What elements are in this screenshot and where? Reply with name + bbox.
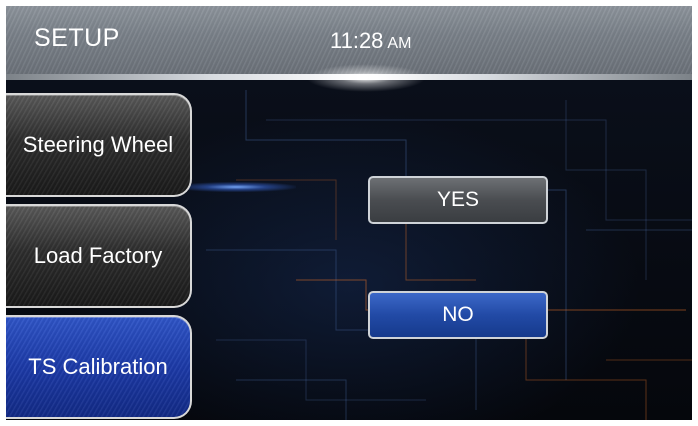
light-flare — [306, 64, 426, 92]
light-glow — [176, 182, 296, 192]
page-title: SETUP — [34, 24, 120, 52]
sidebar-item-label: TS Calibration — [28, 354, 168, 379]
sidebar-item-load-factory[interactable]: Load Factory — [6, 204, 192, 308]
yes-button[interactable]: YES — [368, 176, 548, 224]
sidebar-item-label: Load Factory — [33, 243, 163, 268]
sidebar-item-ts-calibration[interactable]: TS Calibration — [6, 315, 192, 419]
sidebar-item-steering-wheel[interactable]: Steering Wheel — [6, 93, 192, 197]
setup-screen: SETUP 11:28 AM Steering Wheel Load Factor… — [6, 6, 692, 420]
clock-time: 11:28 — [330, 28, 384, 53]
sidebar-item-label: Steering Wheel — [22, 132, 174, 157]
clock-ampm: AM — [387, 35, 412, 52]
clock: 11:28 AM — [330, 28, 411, 54]
no-button[interactable]: NO — [368, 291, 548, 339]
